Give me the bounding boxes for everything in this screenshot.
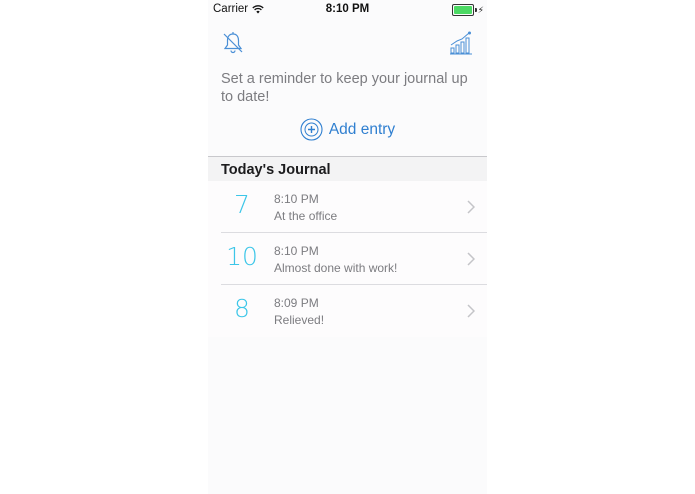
entry-note: Almost done with work! [274, 261, 398, 275]
section-title: Today's Journal [221, 162, 331, 178]
reminder-bell-button[interactable] [220, 30, 246, 56]
entry-time: 8:10 PM [274, 244, 319, 258]
add-entry-label: Add entry [328, 120, 396, 138]
journal-entry-row[interactable]: 8 8:09 PM Relieved! [208, 285, 487, 337]
status-bar: Carrier 8:10 PM ⚡ [208, 0, 487, 18]
charging-bolt-icon: ⚡ [477, 4, 484, 15]
journal-entry-row[interactable]: 10 8:10 PM Almost done with work! [208, 233, 487, 285]
plus-circle-icon [300, 118, 323, 141]
chevron-right-icon [467, 200, 475, 214]
entry-rating: 8 [234, 294, 250, 323]
entry-rating: 10 [226, 242, 258, 271]
add-entry-button[interactable]: Add entry [208, 118, 487, 141]
statistics-button[interactable] [448, 30, 474, 56]
battery-fill [453, 6, 472, 14]
entry-note: At the office [274, 209, 338, 223]
bell-slash-icon [223, 32, 243, 54]
app-screen: Carrier 8:10 PM ⚡ Set a reminder to keep… [208, 0, 487, 494]
section-header: Today's Journal [208, 156, 487, 181]
battery-icon [451, 4, 474, 16]
reminder-message: Set a reminder to keep your journal up t… [221, 71, 468, 105]
battery-tip [474, 8, 477, 12]
chevron-right-icon [467, 252, 475, 266]
chevron-right-icon [467, 304, 475, 318]
entry-time: 8:10 PM [274, 192, 319, 206]
battery-indicator: ⚡ [451, 4, 484, 16]
status-time: 8:10 PM [325, 3, 370, 15]
journal-list: 7 8:10 PM At the office 10 8:10 PM Almos… [208, 181, 487, 337]
entry-time: 8:09 PM [274, 296, 319, 310]
entry-rating: 7 [234, 190, 250, 219]
bar-chart-icon [450, 31, 472, 55]
entry-note: Relieved! [274, 313, 325, 327]
journal-entry-row[interactable]: 7 8:10 PM At the office [208, 181, 487, 233]
